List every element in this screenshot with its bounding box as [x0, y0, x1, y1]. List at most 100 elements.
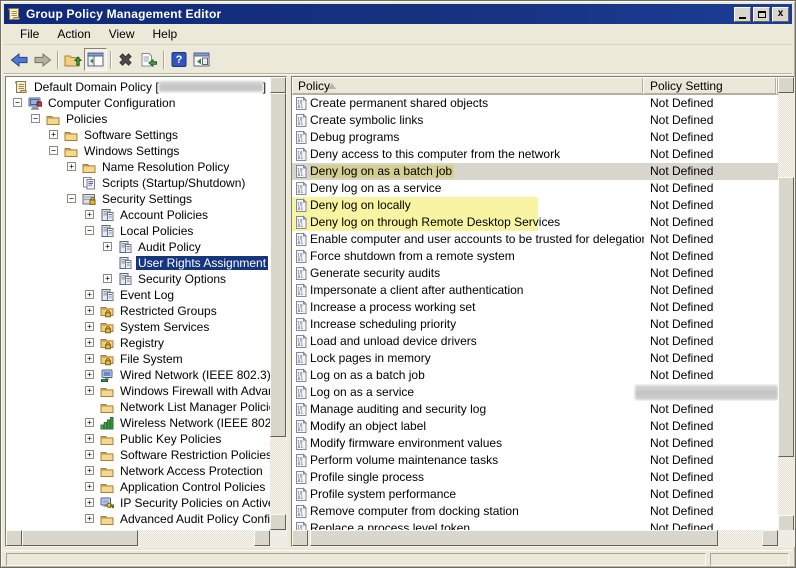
expand-icon[interactable]: + — [85, 338, 94, 347]
policy-row[interactable]: 1001Modify an object labelNot Defined — [292, 418, 778, 435]
tree-item-scripts-startup-shutdown[interactable]: Scripts (Startup/Shutdown) — [6, 175, 270, 191]
forward-button[interactable] — [31, 48, 54, 71]
menu-help[interactable]: Help — [144, 25, 187, 44]
tree-item-wired-network-ieee-802-3-policies[interactable]: +Wired Network (IEEE 802.3) Policies — [6, 367, 270, 383]
list-vertical-scrollbar[interactable] — [778, 77, 794, 531]
policy-row[interactable]: 1001Deny log on as a batch jobNot Define… — [292, 163, 778, 180]
menu-action[interactable]: Action — [48, 25, 99, 44]
policy-row[interactable]: 1001Manage auditing and security logNot … — [292, 401, 778, 418]
expand-icon[interactable]: + — [85, 386, 94, 395]
tree-item-system-services[interactable]: +System Services — [6, 319, 270, 335]
tree-vertical-scrollbar[interactable] — [270, 77, 286, 530]
tree-item-local-policies[interactable]: −Local Policies — [6, 223, 270, 239]
policy-row[interactable]: 1001Remove computer from docking station… — [292, 503, 778, 520]
collapse-icon[interactable]: − — [49, 146, 58, 155]
show-console-tree-button[interactable] — [84, 48, 107, 71]
policy-row[interactable]: 1001Create permanent shared objectsNot D… — [292, 95, 778, 112]
expand-icon[interactable]: + — [85, 482, 94, 491]
collapse-icon[interactable]: − — [13, 98, 22, 107]
scroll-left-button[interactable] — [6, 530, 22, 546]
tree-item-account-policies[interactable]: +Account Policies — [6, 207, 270, 223]
scroll-up-button[interactable] — [778, 77, 794, 93]
tree-item-file-system[interactable]: +File System — [6, 351, 270, 367]
tree-item-restricted-groups[interactable]: +Restricted Groups — [6, 303, 270, 319]
back-button[interactable] — [8, 48, 31, 71]
menu-view[interactable]: View — [100, 25, 144, 44]
expand-icon[interactable]: + — [103, 242, 112, 251]
policy-row[interactable]: 1001Profile system performanceNot Define… — [292, 486, 778, 503]
export-list-button[interactable] — [137, 48, 160, 71]
show-action-pane-button[interactable] — [190, 48, 213, 71]
scroll-left-button[interactable] — [292, 530, 308, 546]
column-header-policy-setting[interactable]: Policy Setting — [650, 79, 723, 93]
policy-row[interactable]: 1001Increase a process working setNot De… — [292, 299, 778, 316]
collapse-icon[interactable]: − — [67, 194, 76, 203]
scrollbar-thumb[interactable] — [270, 93, 286, 437]
scroll-up-button[interactable] — [270, 77, 286, 93]
tree-item-audit-policy[interactable]: +Audit Policy — [6, 239, 270, 255]
tree-item-user-rights-assignment[interactable]: User Rights Assignment — [6, 255, 270, 271]
tree-item-registry[interactable]: +Registry — [6, 335, 270, 351]
tree-horizontal-scrollbar[interactable] — [6, 530, 270, 546]
scroll-down-button[interactable] — [778, 515, 794, 531]
policy-row[interactable]: 1001Deny log on through Remote Desktop S… — [292, 214, 778, 231]
policy-row[interactable]: 1001Force shutdown from a remote systemN… — [292, 248, 778, 265]
tree-item-windows-settings[interactable]: −Windows Settings — [6, 143, 270, 159]
policy-row[interactable]: 1001Load and unload device driversNot De… — [292, 333, 778, 350]
policy-row[interactable]: 1001Deny log on locallyNot Defined — [292, 197, 778, 214]
column-divider[interactable] — [642, 78, 643, 94]
tree-item-public-key-policies[interactable]: +Public Key Policies — [6, 431, 270, 447]
policy-row[interactable]: 1001Profile single processNot Defined — [292, 469, 778, 486]
policy-row[interactable]: 1001Deny access to this computer from th… — [292, 146, 778, 163]
delete-button[interactable] — [114, 48, 137, 71]
tree-item-software-restriction-policies[interactable]: +Software Restriction Policies — [6, 447, 270, 463]
tree-item-wireless-network-ieee-802-11-policies[interactable]: +Wireless Network (IEEE 802.11) Policies — [6, 415, 270, 431]
collapse-icon[interactable]: − — [85, 226, 94, 235]
tree-item-ip-security-policies-on-active-directory[interactable]: +IP Security Policies on Active Director… — [6, 495, 270, 511]
expand-icon[interactable]: + — [85, 322, 94, 331]
policy-row[interactable]: 1001Debug programsNot Defined — [292, 129, 778, 146]
tree-item-application-control-policies[interactable]: +Application Control Policies — [6, 479, 270, 495]
expand-icon[interactable]: + — [85, 306, 94, 315]
policy-row[interactable]: 1001Generate security auditsNot Defined — [292, 265, 778, 282]
policy-row[interactable]: 1001Lock pages in memoryNot Defined — [292, 350, 778, 367]
expand-icon[interactable]: + — [85, 370, 94, 379]
scrollbar-thumb[interactable] — [22, 530, 138, 546]
policy-row[interactable]: 1001Log on as a batch jobNot Defined — [292, 367, 778, 384]
expand-icon[interactable]: + — [85, 514, 94, 523]
up-one-level-button[interactable] — [61, 48, 84, 71]
policy-row[interactable]: 1001Enable computer and user accounts to… — [292, 231, 778, 248]
column-divider[interactable] — [775, 78, 776, 94]
policy-row[interactable]: 1001Modify firmware environment valuesNo… — [292, 435, 778, 452]
maximize-button[interactable] — [753, 7, 770, 22]
close-button[interactable]: x — [772, 7, 789, 22]
menu-file[interactable]: File — [11, 25, 48, 44]
tree-item-event-log[interactable]: +Event Log — [6, 287, 270, 303]
policy-row[interactable]: 1001Increase scheduling priorityNot Defi… — [292, 316, 778, 333]
collapse-icon[interactable]: − — [31, 114, 40, 123]
expand-icon[interactable]: + — [85, 466, 94, 475]
tree-root-item[interactable]: Default Domain Policy [] Policy — [6, 79, 270, 95]
scrollbar-thumb[interactable] — [778, 177, 794, 457]
expand-icon[interactable]: + — [67, 162, 76, 171]
tree-item-security-settings[interactable]: −Security Settings — [6, 191, 270, 207]
column-header-policy[interactable]: Policy — [298, 79, 330, 93]
scrollbar-thumb[interactable] — [310, 530, 718, 546]
scroll-right-button[interactable] — [762, 530, 778, 546]
expand-icon[interactable]: + — [85, 354, 94, 363]
expand-icon[interactable]: + — [85, 210, 94, 219]
policy-row[interactable]: 1001Impersonate a client after authentic… — [292, 282, 778, 299]
expand-icon[interactable]: + — [85, 498, 94, 507]
policy-row[interactable]: 1001Log on as a service — [292, 384, 778, 401]
policy-row[interactable]: 1001Create symbolic linksNot Defined — [292, 112, 778, 129]
expand-icon[interactable]: + — [85, 290, 94, 299]
policy-row[interactable]: 1001Perform volume maintenance tasksNot … — [292, 452, 778, 469]
minimize-button[interactable] — [734, 7, 751, 22]
help-button[interactable]: ? — [167, 48, 190, 71]
scroll-down-button[interactable] — [270, 514, 286, 530]
tree-item-windows-firewall-with-advanced-security[interactable]: +Windows Firewall with Advanced Security — [6, 383, 270, 399]
expand-icon[interactable]: + — [49, 130, 58, 139]
tree-item-network-access-protection[interactable]: +Network Access Protection — [6, 463, 270, 479]
tree-item-security-options[interactable]: +Security Options — [6, 271, 270, 287]
expand-icon[interactable]: + — [85, 450, 94, 459]
